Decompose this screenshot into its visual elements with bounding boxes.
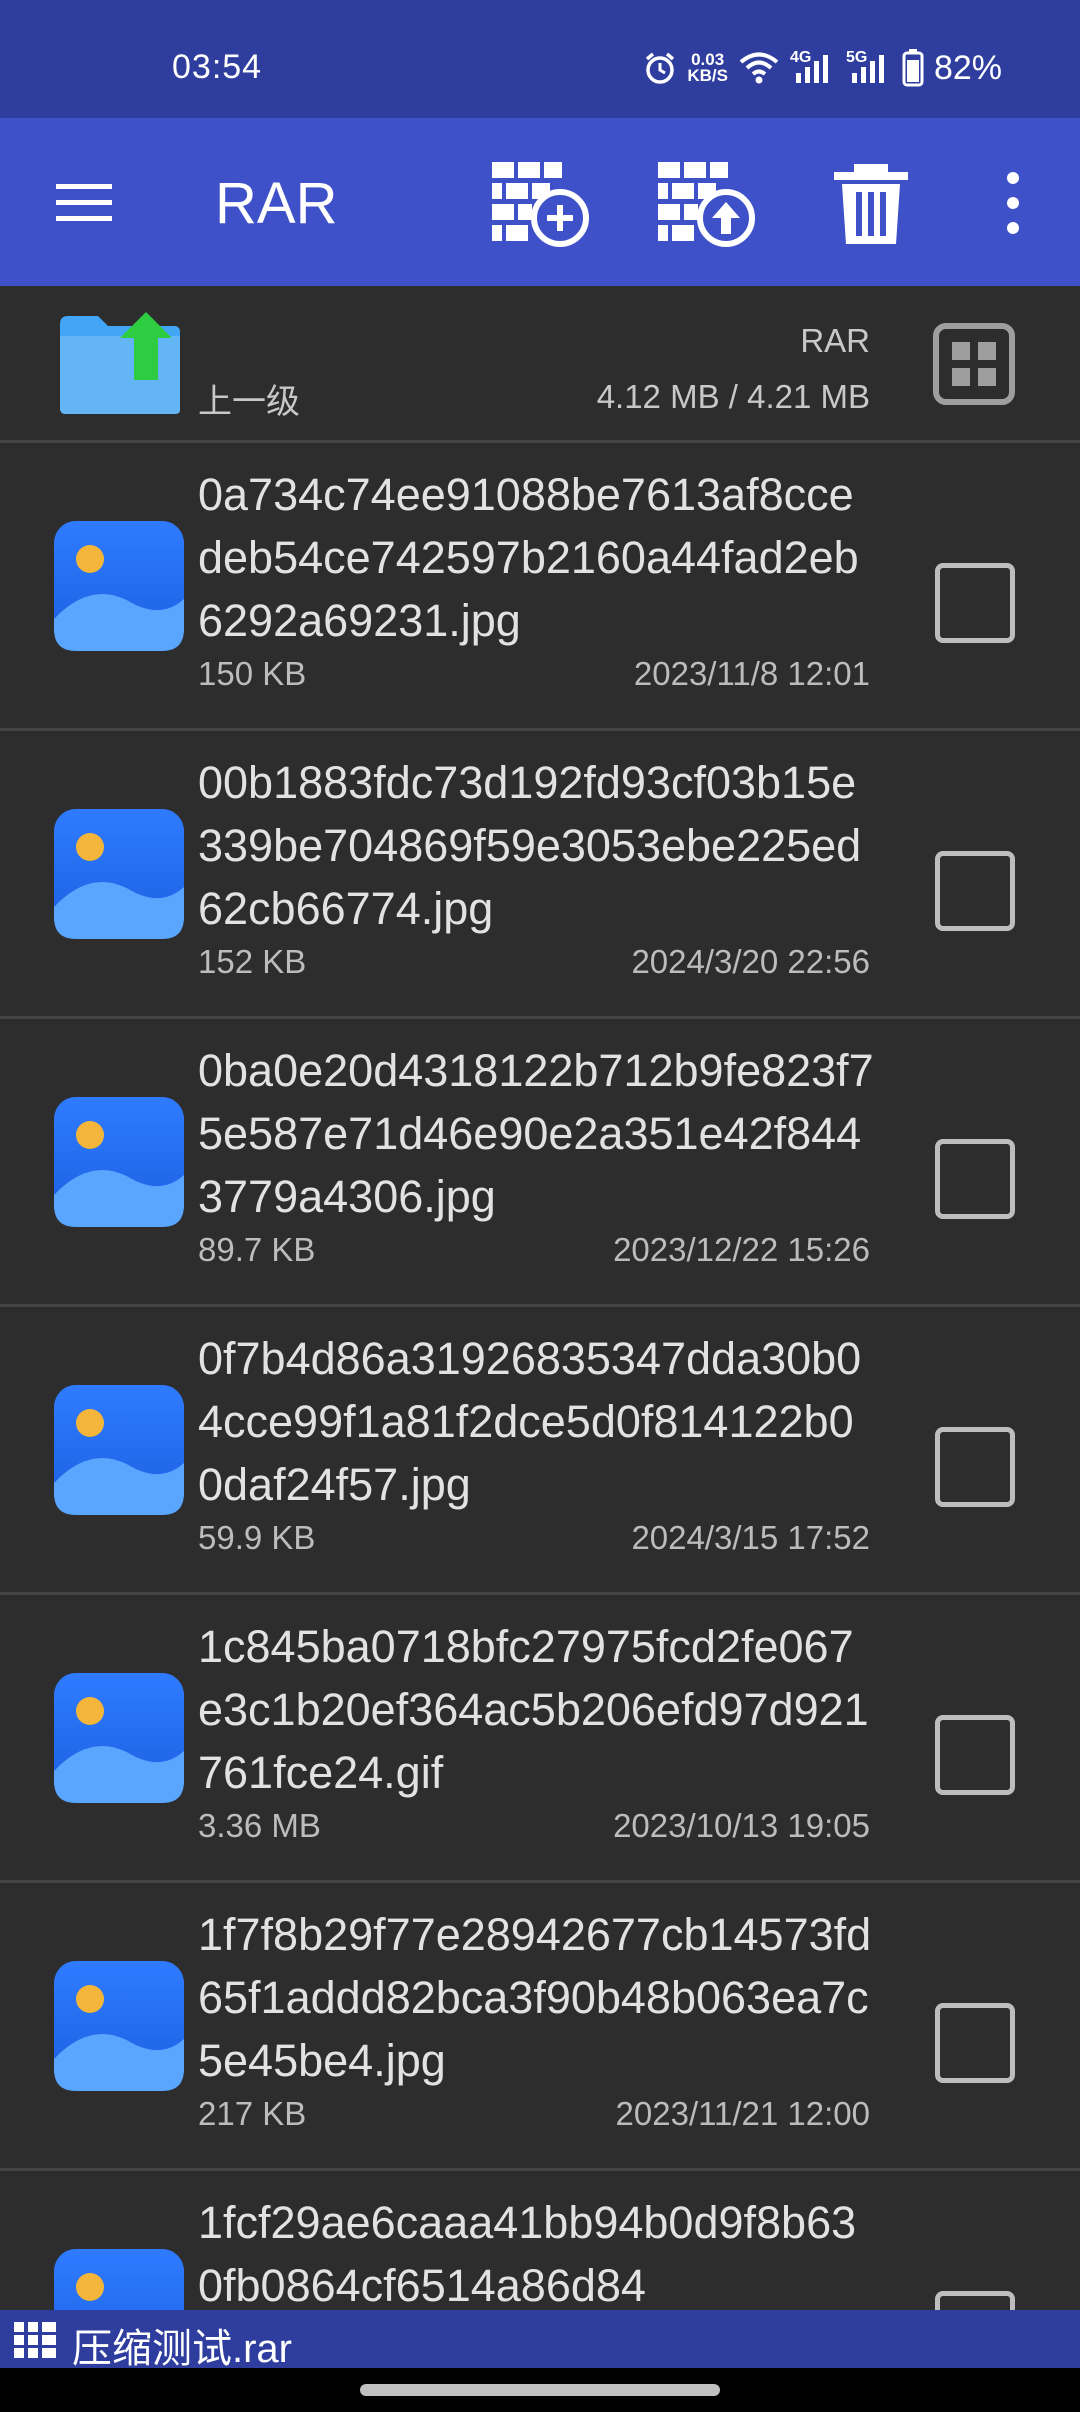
status-time: 03:54 [172,48,263,86]
more-icon[interactable] [988,158,1038,248]
signal-4g-group: 4G [790,49,836,85]
select-checkbox[interactable] [935,563,1015,643]
status-bar: 03:54 0.03 KB/S 4G 5G 82% [0,0,1080,118]
extract-icon[interactable] [656,158,756,248]
grid-view-icon[interactable] [932,322,1016,406]
file-list: 上一级 RAR 4.12 MB / 4.21 MB 0a734c74ee9108… [0,286,1080,2310]
battery-icon [902,49,924,87]
file-name: 1c845ba0718bfc27975fcd2fe067e3c1b20ef364… [198,1621,869,1798]
file-name: 0a734c74ee91088be7613af8ccedeb54ce742597… [198,469,859,646]
battery-level: 82% [933,48,1002,87]
image-file-icon [54,1097,184,1227]
signal-5g-group: 5G [846,49,892,85]
toolbar-title: RAR [215,171,338,236]
select-checkbox[interactable] [935,1427,1015,1507]
alarm-icon [646,52,675,84]
file-row[interactable]: 1c845ba0718bfc27975fcd2fe067e3c1b20ef364… [0,1595,1080,1883]
file-date: 2023/11/8 12:01 [633,655,870,692]
file-size: 217 KB [198,2095,307,2132]
image-file-icon [54,521,184,651]
file-row[interactable]: 1f7f8b29f77e28942677cb14573fd65f1addd82b… [0,1883,1080,2171]
add-to-archive-icon[interactable] [490,158,590,248]
folder-up-icon [60,312,180,414]
image-file-icon [54,1961,184,2091]
file-size: 89.7 KB [198,1231,316,1268]
status-icons: 0.03 KB/S 4G 5G 82% [643,46,1002,90]
app-toolbar: RAR [0,118,1080,286]
archive-sizes: 4.12 MB / 4.21 MB [596,378,870,415]
image-file-icon [54,809,184,939]
file-name: 0f7b4d86a31926835347dda30b04cce99f1a81f2… [198,1333,862,1510]
file-row[interactable]: 0a734c74ee91088be7613af8ccedeb54ce742597… [0,443,1080,731]
file-size: 150 KB [198,655,307,692]
menu-icon[interactable] [50,170,118,234]
archive-name: RAR [800,322,870,359]
delete-icon[interactable] [826,158,916,248]
list-grid-icon[interactable] [14,2322,58,2358]
image-file-icon [54,1385,184,1515]
parent-label: 上一级 [198,383,300,421]
net-speed-unit: KB/S [687,66,728,85]
select-checkbox[interactable] [935,2291,1015,2310]
archive-path: 压缩测试.rar [72,2327,292,2371]
archive-path-bar: 压缩测试.rar [0,2310,1080,2371]
file-date: 2023/10/13 19:05 [613,1807,870,1844]
image-file-icon [54,2249,184,2310]
file-size: 152 KB [198,943,307,980]
file-row[interactable]: 1fcf29ae6caaa41bb94b0d9f8b630fb0864cf651… [0,2171,1080,2310]
select-checkbox[interactable] [935,851,1015,931]
signal-5g-icon [851,55,884,83]
net-speed: 0.03 KB/S [687,51,728,85]
parent-directory-row[interactable]: 上一级 RAR 4.12 MB / 4.21 MB [0,286,1080,443]
file-name: 00b1883fdc73d192fd93cf03b15e339be704869f… [198,757,862,934]
file-date: 2023/12/22 15:26 [613,1231,870,1268]
select-checkbox[interactable] [935,1715,1015,1795]
signal-4g-icon [795,55,828,83]
select-checkbox[interactable] [935,2003,1015,2083]
file-row[interactable]: 00b1883fdc73d192fd93cf03b15e339be704869f… [0,731,1080,1019]
file-date: 2024/3/20 22:56 [631,943,870,980]
select-checkbox[interactable] [935,1139,1015,1219]
file-row[interactable]: 0ba0e20d4318122b712b9fe823f75e587e71d46e… [0,1019,1080,1307]
file-size: 3.36 MB [198,1807,321,1844]
file-date: 2024/3/15 17:52 [631,1519,870,1556]
file-name: 1f7f8b29f77e28942677cb14573fd65f1addd82b… [198,1909,872,2086]
wifi-icon [739,52,779,84]
file-size: 59.9 KB [198,1519,316,1556]
home-gesture-handle[interactable] [360,2384,720,2396]
file-row[interactable]: 0f7b4d86a31926835347dda30b04cce99f1a81f2… [0,1307,1080,1595]
file-date: 2023/11/21 12:00 [615,2095,870,2132]
file-name: 1fcf29ae6caaa41bb94b0d9f8b630fb0864cf651… [198,2197,857,2310]
navigation-bar [0,2368,1080,2412]
file-name: 0ba0e20d4318122b712b9fe823f75e587e71d46e… [198,1045,874,1222]
image-file-icon [54,1673,184,1803]
